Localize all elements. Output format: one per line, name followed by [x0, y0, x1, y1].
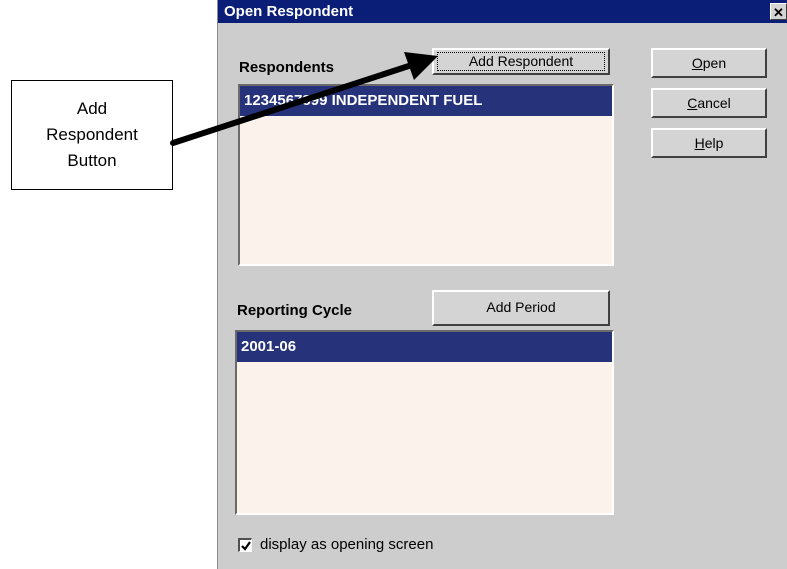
arrow-icon — [170, 52, 438, 146]
